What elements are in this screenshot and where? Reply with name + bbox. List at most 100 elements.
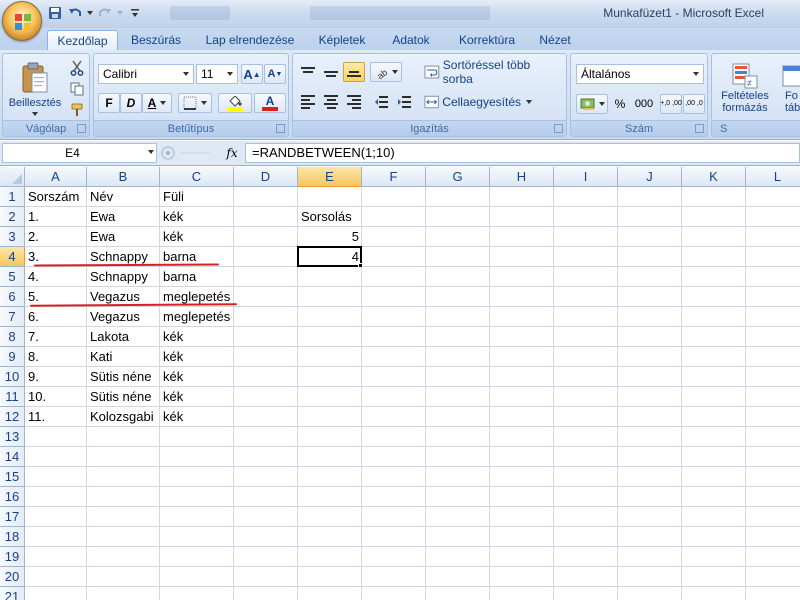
align-middle-button[interactable] [320, 62, 342, 82]
row-header-5[interactable]: 5 [0, 267, 25, 287]
row-header-4[interactable]: 4 [0, 247, 25, 267]
font-size-select[interactable]: 11 [196, 64, 238, 84]
fill-color-button[interactable] [218, 93, 252, 113]
cell-c1[interactable]: Füli [160, 187, 187, 207]
cell-b2[interactable]: Ewa [87, 207, 118, 227]
cell-e3[interactable]: 5 [298, 227, 362, 247]
underline-button[interactable]: A [142, 93, 172, 113]
align-left-button[interactable] [297, 92, 319, 112]
tab-beszuras[interactable]: Beszúrás [123, 30, 189, 50]
cell-c5[interactable]: barna [160, 267, 199, 287]
column-header-b[interactable]: B [87, 167, 160, 187]
percent-button[interactable]: % [610, 94, 630, 114]
row-header-19[interactable]: 19 [0, 547, 25, 567]
row-header-6[interactable]: 6 [0, 287, 25, 307]
align-center-button[interactable] [320, 92, 342, 112]
shrink-font-button[interactable]: A ▼ [264, 64, 286, 84]
cell-b12[interactable]: Kolozsgabi [87, 407, 157, 427]
cell-a5[interactable]: 4. [25, 267, 42, 287]
cell-b10[interactable]: Sütis néne [87, 367, 154, 387]
cell-a8[interactable]: 7. [25, 327, 42, 347]
row-header-12[interactable]: 12 [0, 407, 25, 427]
cell-a2[interactable]: 1. [25, 207, 42, 227]
cell-b9[interactable]: Kati [87, 347, 115, 367]
formula-bar-splitter[interactable] [160, 145, 216, 161]
formula-input[interactable]: =RANDBETWEEN(1;10) [245, 143, 800, 163]
name-box[interactable]: E4 [2, 143, 157, 163]
insert-function-icon[interactable]: fx [223, 144, 241, 162]
clipboard-launcher-icon[interactable] [77, 124, 86, 133]
decrease-decimal-button[interactable]: ,00 ,0 [683, 94, 705, 114]
tab-adatok[interactable]: Adatok [384, 30, 438, 50]
cell-b11[interactable]: Sütis néne [87, 387, 154, 407]
number-launcher-icon[interactable] [695, 124, 704, 133]
column-header-l[interactable]: L [746, 167, 800, 187]
orientation-button[interactable]: ab [370, 62, 402, 82]
fill-handle[interactable] [358, 263, 363, 268]
cell-a9[interactable]: 8. [25, 347, 42, 367]
cut-button[interactable] [67, 58, 87, 78]
tab-korrektura[interactable]: Korrektúra [450, 30, 524, 50]
font-name-select[interactable]: Calibri [98, 64, 194, 84]
column-header-e[interactable]: E [298, 167, 362, 187]
cell-c7[interactable]: meglepetés [160, 307, 233, 327]
cell-a10[interactable]: 9. [25, 367, 42, 387]
italic-button[interactable]: D [120, 93, 142, 113]
cell-c11[interactable]: kék [160, 387, 186, 407]
merge-center-button[interactable]: Cellaegyesítés [423, 92, 533, 112]
active-cell-e4[interactable] [297, 246, 362, 267]
alignment-launcher-icon[interactable] [554, 124, 563, 133]
row-header-11[interactable]: 11 [0, 387, 25, 407]
tab-nezet[interactable]: Nézet [532, 30, 578, 50]
cell-c9[interactable]: kék [160, 347, 186, 367]
cell-c12[interactable]: kék [160, 407, 186, 427]
borders-button[interactable] [178, 93, 212, 113]
column-header-g[interactable]: G [426, 167, 490, 187]
row-header-14[interactable]: 14 [0, 447, 25, 467]
tab-kezdolap[interactable]: Kezdőlap [47, 30, 118, 50]
column-header-i[interactable]: I [554, 167, 618, 187]
row-header-10[interactable]: 10 [0, 367, 25, 387]
cell-e2[interactable]: Sorsolás [298, 207, 355, 227]
increase-indent-button[interactable] [393, 92, 415, 112]
paste-button[interactable]: Beillesztés [6, 57, 64, 119]
row-header-2[interactable]: 2 [0, 207, 25, 227]
cell-c10[interactable]: kék [160, 367, 186, 387]
cell-a3[interactable]: 2. [25, 227, 42, 247]
grow-font-button[interactable]: A ▲ [241, 64, 263, 84]
tab-lap-elrendezese[interactable]: Lap elrendezése [200, 30, 300, 50]
column-header-c[interactable]: C [160, 167, 234, 187]
tab-kepletek[interactable]: Képletek [312, 30, 372, 50]
thousands-separator-button[interactable]: 000 [631, 94, 657, 114]
column-header-a[interactable]: A [25, 167, 87, 187]
increase-decimal-button[interactable]: +,0 ,00 [660, 94, 682, 114]
cell-c2[interactable]: kék [160, 207, 186, 227]
align-right-button[interactable] [343, 92, 365, 112]
cell-a1[interactable]: Sorszám [25, 187, 82, 207]
row-header-21[interactable]: 21 [0, 587, 25, 600]
wrap-text-button[interactable]: Sortöréssel több sorba [423, 58, 563, 86]
cell-b7[interactable]: Vegazus [87, 307, 143, 327]
bold-button[interactable]: F [98, 93, 120, 113]
accounting-format-button[interactable] [576, 94, 608, 114]
row-header-15[interactable]: 15 [0, 467, 25, 487]
format-as-table-button[interactable]: Fo táblá [778, 57, 800, 119]
font-color-button[interactable]: A [254, 93, 286, 113]
number-format-select[interactable]: Általános [576, 64, 704, 84]
row-header-8[interactable]: 8 [0, 327, 25, 347]
cell-a12[interactable]: 11. [25, 407, 48, 427]
row-header-3[interactable]: 3 [0, 227, 25, 247]
cell-a11[interactable]: 10. [25, 387, 49, 407]
column-header-j[interactable]: J [618, 167, 682, 187]
cell-c3[interactable]: kék [160, 227, 186, 247]
cell-b5[interactable]: Schnappy [87, 267, 151, 287]
row-header-16[interactable]: 16 [0, 487, 25, 507]
select-all-button[interactable] [0, 167, 25, 187]
align-bottom-button[interactable] [343, 62, 365, 82]
row-header-7[interactable]: 7 [0, 307, 25, 327]
cell-b3[interactable]: Ewa [87, 227, 118, 247]
row-header-1[interactable]: 1 [0, 187, 25, 207]
cell-b8[interactable]: Lakota [87, 327, 132, 347]
column-header-k[interactable]: K [682, 167, 746, 187]
align-top-button[interactable] [297, 62, 319, 82]
